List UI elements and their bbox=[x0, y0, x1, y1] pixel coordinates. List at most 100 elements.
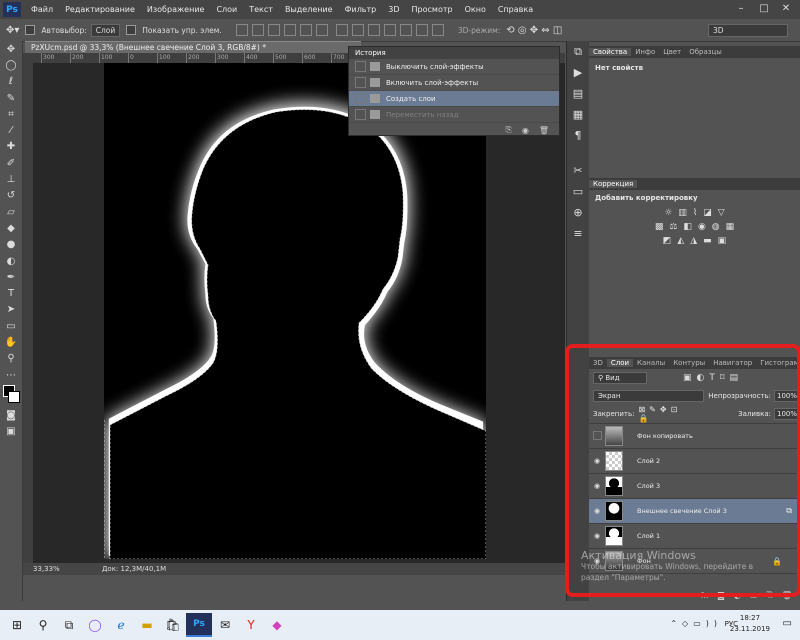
maps-icon[interactable]: ◆ bbox=[264, 614, 290, 636]
tray-icons[interactable]: ⌃◇▭)) bbox=[670, 619, 722, 628]
history-panel-icon[interactable]: ⧉ bbox=[567, 41, 589, 62]
hue-saturation-icon[interactable]: ▩ bbox=[655, 222, 664, 232]
eyedropper-tool-icon[interactable]: ⁄ bbox=[0, 122, 22, 138]
exposure-icon[interactable]: ◪ bbox=[703, 208, 712, 218]
distribute-bottom-icon[interactable] bbox=[367, 24, 380, 36]
lasso-tool-icon[interactable]: ℓ bbox=[0, 74, 22, 90]
tools-settings-icon[interactable]: ✂ bbox=[567, 160, 589, 181]
mail-icon[interactable]: ✉ bbox=[212, 614, 238, 636]
menu-window[interactable]: Окно bbox=[465, 5, 486, 14]
align-middle-icon[interactable] bbox=[251, 24, 264, 36]
pen-tool-icon[interactable]: ✒ bbox=[0, 269, 22, 285]
quick-mask-icon[interactable]: ◙ bbox=[0, 407, 22, 423]
photoshop-taskbar-icon[interactable]: Ps bbox=[186, 613, 212, 637]
background-color-swatch[interactable] bbox=[8, 391, 20, 404]
threshold-icon[interactable]: ◮ bbox=[690, 236, 697, 246]
move-tool-icon[interactable]: ✥▾ bbox=[6, 25, 19, 36]
autoselect-checkbox[interactable] bbox=[25, 25, 36, 35]
edge-icon[interactable]: ℯ bbox=[108, 614, 134, 636]
tab-properties[interactable]: Свойства bbox=[589, 48, 632, 56]
zoom-level[interactable]: 33,33% bbox=[33, 565, 60, 573]
document-canvas[interactable] bbox=[103, 63, 487, 560]
paint-bucket-tool-icon[interactable]: ◆ bbox=[0, 220, 22, 236]
vibrance-icon[interactable]: ▽ bbox=[718, 208, 725, 218]
maximize-icon[interactable]: □ bbox=[758, 3, 770, 15]
eraser-tool-icon[interactable]: ▱ bbox=[0, 204, 22, 220]
menu-select[interactable]: Выделение bbox=[285, 5, 333, 14]
history-checkbox[interactable] bbox=[355, 93, 366, 104]
store-icon[interactable]: 🛍 bbox=[160, 614, 186, 636]
shape-tool-icon[interactable]: ▭ bbox=[0, 318, 22, 334]
workspace-dropdown[interactable]: 3D bbox=[708, 23, 788, 37]
notifications-icon[interactable]: ▭ bbox=[783, 618, 792, 629]
align-center-icon[interactable] bbox=[299, 24, 312, 36]
distribute-top-icon[interactable] bbox=[335, 24, 348, 36]
menu-3d[interactable]: 3D bbox=[388, 5, 399, 14]
align-left-icon[interactable] bbox=[283, 24, 296, 36]
channel-mixer-icon[interactable]: ◍ bbox=[712, 222, 720, 232]
brush-presets-icon[interactable]: ▭ bbox=[567, 181, 589, 202]
crop-tool-icon[interactable]: ⌗ bbox=[0, 106, 22, 122]
history-tab[interactable]: История bbox=[349, 47, 559, 59]
auto-align-icon[interactable] bbox=[431, 24, 444, 36]
menu-layers[interactable]: Слои bbox=[216, 5, 237, 14]
selective-color-icon[interactable]: ▣ bbox=[718, 236, 727, 246]
clone-stamp-tool-icon[interactable]: ⊥ bbox=[0, 171, 22, 187]
show-controls-checkbox[interactable] bbox=[126, 25, 137, 35]
distribute-center-icon[interactable] bbox=[399, 24, 412, 36]
gradient-map-icon[interactable]: ▬ bbox=[703, 236, 712, 246]
document-info[interactable]: Док: 12,3M/40,1M bbox=[102, 565, 166, 573]
type-tool-icon[interactable]: T bbox=[0, 285, 22, 301]
align-bottom-icon[interactable] bbox=[267, 24, 280, 36]
move-tool-icon[interactable]: ✥ bbox=[0, 41, 22, 57]
menu-help[interactable]: Справка bbox=[498, 5, 533, 14]
tab-info[interactable]: Инфо bbox=[631, 48, 659, 56]
tab-swatches[interactable]: Образцы bbox=[685, 48, 726, 56]
menu-view[interactable]: Просмотр bbox=[412, 5, 453, 14]
camera-icon[interactable]: ◉ bbox=[522, 126, 529, 135]
search-icon[interactable]: ⚲ bbox=[30, 614, 56, 636]
quick-select-tool-icon[interactable]: ✎ bbox=[0, 90, 22, 106]
minimize-icon[interactable]: – bbox=[735, 3, 747, 15]
color-lookup-icon[interactable]: ▦ bbox=[726, 222, 735, 232]
styles-panel-icon[interactable]: ≡ bbox=[567, 223, 589, 244]
history-item[interactable]: Включить слой-эффекты bbox=[349, 75, 559, 91]
brush-tool-icon[interactable]: ✐ bbox=[0, 155, 22, 171]
history-item[interactable]: Создать слои bbox=[349, 91, 559, 107]
history-checkbox[interactable] bbox=[355, 77, 366, 88]
history-brush-tool-icon[interactable]: ↺ bbox=[0, 188, 22, 204]
path-select-tool-icon[interactable]: ➤ bbox=[0, 302, 22, 318]
zoom-tool-icon[interactable]: ⚲ bbox=[0, 351, 22, 367]
windows-start-icon[interactable]: ⊞ bbox=[4, 614, 30, 636]
distribute-right-icon[interactable] bbox=[415, 24, 428, 36]
menu-file[interactable]: Файл bbox=[31, 5, 53, 14]
menu-filter[interactable]: Фильтр bbox=[345, 5, 377, 14]
paragraph-panel-icon[interactable]: ¶ bbox=[567, 125, 589, 146]
menu-edit[interactable]: Редактирование bbox=[65, 5, 135, 14]
libraries-panel-icon[interactable]: ▤ bbox=[567, 83, 589, 104]
healing-brush-tool-icon[interactable]: ✚ bbox=[0, 139, 22, 155]
history-item[interactable]: Переместить назад bbox=[349, 107, 559, 123]
character-panel-icon[interactable]: ▦ bbox=[567, 104, 589, 125]
trash-icon[interactable]: 🗑 bbox=[539, 126, 549, 135]
posterize-icon[interactable]: ◭ bbox=[677, 236, 684, 246]
taskbar-clock[interactable]: 18:27 23.11.2019 bbox=[730, 613, 770, 635]
menu-text[interactable]: Текст bbox=[249, 5, 273, 14]
menu-image[interactable]: Изображение bbox=[147, 5, 205, 14]
levels-icon[interactable]: ▥ bbox=[678, 208, 687, 218]
tab-adjustments[interactable]: Коррекция bbox=[589, 180, 638, 188]
tab-color[interactable]: Цвет bbox=[659, 48, 685, 56]
cortana-icon[interactable]: ◯ bbox=[82, 614, 108, 636]
dodge-tool-icon[interactable]: ◐ bbox=[0, 253, 22, 269]
yandex-browser-icon[interactable]: Y bbox=[238, 614, 264, 636]
distribute-left-icon[interactable] bbox=[383, 24, 396, 36]
close-icon[interactable]: ✕ bbox=[780, 3, 792, 15]
photo-filter-icon[interactable]: ◉ bbox=[698, 222, 706, 232]
new-document-icon[interactable]: ⎘ bbox=[505, 125, 511, 135]
invert-icon[interactable]: ◩ bbox=[663, 236, 672, 246]
task-view-icon[interactable]: ⧉ bbox=[56, 614, 82, 636]
orbit-3d-icon[interactable]: ⟲ ◎ ✥ ⇔ ◫ bbox=[506, 25, 562, 36]
curves-icon[interactable]: ⌇ bbox=[693, 208, 697, 218]
hand-tool-icon[interactable]: ✋ bbox=[0, 334, 22, 350]
color-swatches[interactable] bbox=[0, 383, 22, 407]
